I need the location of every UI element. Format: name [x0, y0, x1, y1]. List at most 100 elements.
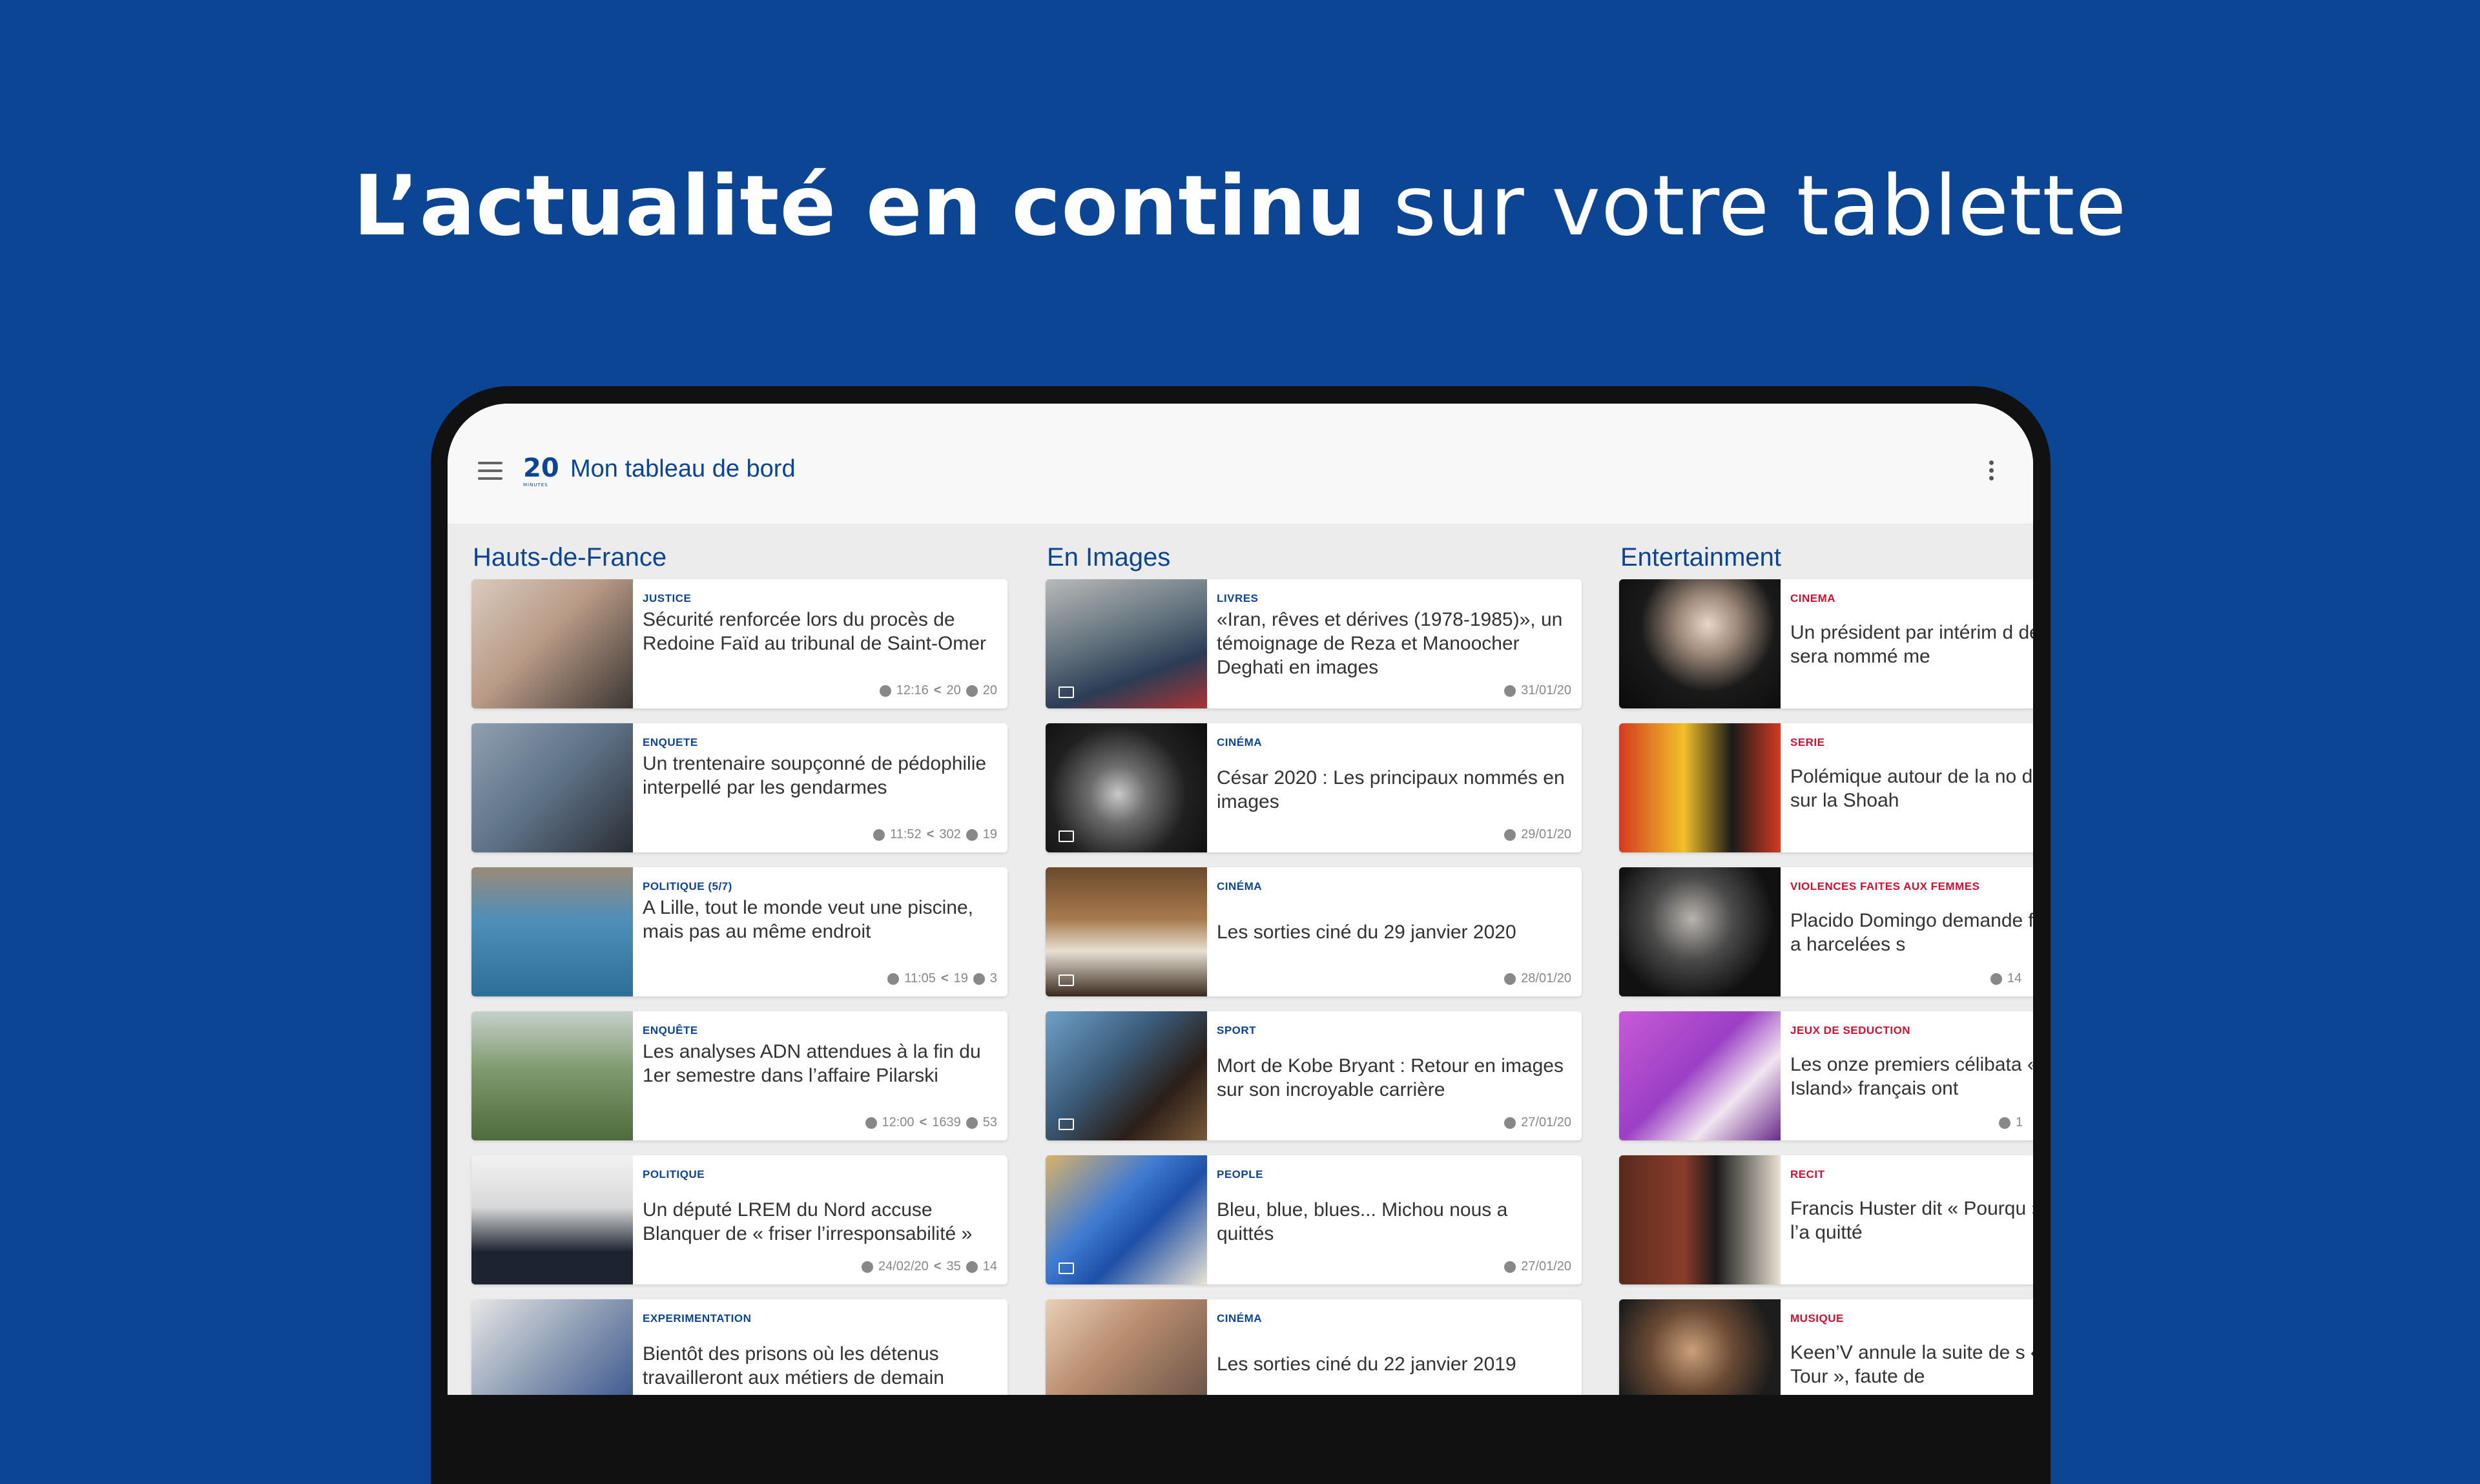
clock-icon	[879, 685, 891, 697]
news-card[interactable]: CINEMA Un président par intérim d des Cé…	[1619, 579, 2033, 708]
article-meta: 11:05 <19 3	[887, 971, 997, 986]
article-title: Sécurité renforcée lors du procès de Red…	[643, 609, 986, 654]
category-label: ENQUETE	[643, 736, 698, 748]
share-icon: <	[940, 971, 949, 985]
column-title[interactable]: En Images	[1047, 539, 1582, 579]
clock-icon	[1504, 1117, 1516, 1129]
article-meta: 12:16 <20 20	[879, 683, 997, 698]
clock-icon	[861, 1261, 873, 1273]
article-title: Bleu, blue, blues... Michou nous a quitt…	[1217, 1199, 1508, 1244]
shares: 302	[939, 827, 961, 841]
comment-icon	[966, 829, 978, 841]
comment-icon	[973, 973, 985, 985]
news-card[interactable]: MUSIQUE Keen’V annule la suite de s « Th…	[1619, 1299, 2033, 1395]
article-title: Un député LREM du Nord accuse Blanquer d…	[643, 1199, 973, 1244]
comment-icon	[966, 1117, 978, 1129]
article-title: Keen’V annule la suite de s « Thérapie T…	[1790, 1342, 2033, 1387]
article-thumbnail	[471, 1011, 633, 1140]
article-thumbnail	[1046, 1155, 1207, 1284]
news-card[interactable]: CINÉMA Les sorties ciné du 29 janvier 20…	[1046, 867, 1582, 996]
photo-icon	[1059, 974, 1074, 986]
news-card[interactable]: ENQUÊTE Les analyses ADN attendues à la …	[471, 1011, 1008, 1140]
category-label: JEUX DE SEDUCTION	[1790, 1024, 1911, 1036]
comments: 53	[982, 1115, 997, 1129]
article-title: Les analyses ADN attendues à la fin du 1…	[643, 1041, 981, 1086]
article-meta: 27/01/20	[1504, 1259, 1571, 1274]
comments: 20	[982, 683, 997, 697]
article-meta: 24/02/20 <35 14	[861, 1259, 997, 1274]
news-card[interactable]: CINÉMA Les sorties ciné du 22 janvier 20…	[1046, 1299, 1582, 1395]
article-title: Placido Domingo demande femmes qu'il a h…	[1790, 910, 2033, 955]
category-label: MUSIQUE	[1790, 1312, 1844, 1324]
comments: 3	[989, 971, 997, 985]
share-icon: <	[933, 1259, 942, 1273]
photo-icon	[1059, 1262, 1074, 1274]
category-label: SERIE	[1790, 736, 1825, 748]
share-icon: <	[926, 827, 935, 841]
photo-icon	[1059, 830, 1074, 842]
news-card[interactable]: EXPERIMENTATION Bientôt des prisons où l…	[471, 1299, 1008, 1395]
column-title[interactable]: Entertainment	[1620, 539, 2033, 579]
more-vert-icon[interactable]	[1989, 460, 1996, 484]
article-thumbnail	[471, 723, 633, 852]
column-hauts-de-france: Hauts-de-France JUSTICE Sécurité renforc…	[471, 539, 1008, 1395]
news-card[interactable]: POLITIQUE Un député LREM du Nord accuse …	[471, 1155, 1008, 1284]
news-card[interactable]: RECIT Francis Huster dit « Pourqu » à ce…	[1619, 1155, 2033, 1284]
article-meta: 28/01/20	[1504, 971, 1571, 986]
comments: 19	[982, 827, 997, 841]
article-thumbnail	[471, 1299, 633, 1395]
article-title: Les sorties ciné du 29 janvier 2020	[1217, 922, 1516, 943]
article-thumbnail	[1619, 723, 1781, 852]
shares: 20	[946, 683, 961, 697]
article-thumbnail	[1619, 1155, 1781, 1284]
category-label: CINÉMA	[1217, 1312, 1263, 1324]
article-thumbnail	[1619, 1299, 1781, 1395]
news-card[interactable]: PEOPLE Bleu, blue, blues... Michou nous …	[1046, 1155, 1582, 1284]
article-meta: 29/01/20	[1504, 827, 1571, 842]
news-card[interactable]: CINÉMA César 2020 : Les principaux nommé…	[1046, 723, 1582, 852]
article-title: Les onze premiers célibata «Love Island»…	[1790, 1054, 2033, 1099]
article-meta: 31/01/20	[1504, 683, 1571, 698]
article-thumbnail	[1619, 1011, 1781, 1140]
article-title: Bientôt des prisons où les détenus trava…	[643, 1343, 944, 1388]
category-label: EXPERIMENTATION	[643, 1312, 752, 1324]
news-card[interactable]: SERIE Polémique autour de la no d'Al Pac…	[1619, 723, 2033, 852]
logo[interactable]: 20 MINUTES	[523, 454, 559, 490]
column-title[interactable]: Hauts-de-France	[473, 539, 1008, 579]
shares: 19	[953, 971, 968, 985]
category-label: CINÉMA	[1217, 736, 1263, 748]
category-label: CINÉMA	[1217, 880, 1263, 892]
news-card[interactable]: ENQUETE Un trentenaire soupçonné de pédo…	[471, 723, 1008, 852]
news-card[interactable]: JEUX DE SEDUCTION Les onze premiers céli…	[1619, 1011, 2033, 1140]
clock-icon	[1504, 973, 1516, 985]
meta-value: 14	[2007, 971, 2022, 985]
category-label: POLITIQUE	[643, 1168, 705, 1180]
time: 11:05	[904, 971, 936, 985]
comment-icon	[966, 1261, 978, 1273]
time: 29/01/20	[1521, 827, 1571, 841]
article-thumbnail	[471, 579, 633, 708]
category-label: PEOPLE	[1217, 1168, 1263, 1180]
share-icon: <	[933, 683, 942, 697]
news-card[interactable]: JUSTICE Sécurité renforcée lors du procè…	[471, 579, 1008, 708]
article-title: Polémique autour de la no d'Al Pacino su…	[1790, 766, 2033, 811]
news-card[interactable]: VIOLENCES FAITES AUX FEMMES Placido Domi…	[1619, 867, 2033, 996]
headline-light: sur votre tablette	[1366, 158, 2127, 254]
category-label: VIOLENCES FAITES AUX FEMMES	[1790, 880, 1980, 892]
category-label: SPORT	[1217, 1024, 1257, 1036]
article-title: «Iran, rêves et dérives (1978-1985)», un…	[1217, 609, 1563, 678]
meta-value: 1	[2016, 1115, 2023, 1129]
category-label: LIVRES	[1217, 592, 1259, 604]
time: 24/02/20	[878, 1259, 929, 1273]
photo-icon	[1059, 686, 1074, 698]
share-icon: <	[919, 1115, 927, 1129]
news-card[interactable]: SPORT Mort de Kobe Bryant : Retour en im…	[1046, 1011, 1582, 1140]
clock-icon	[1990, 973, 2002, 985]
menu-icon[interactable]	[478, 462, 502, 481]
shares: 1639	[932, 1115, 961, 1129]
article-title: Mort de Kobe Bryant : Retour en images s…	[1217, 1055, 1564, 1100]
article-meta: 12:00 <1639 53	[865, 1115, 997, 1130]
article-title: César 2020 : Les principaux nommés en im…	[1217, 767, 1565, 812]
news-card[interactable]: LIVRES «Iran, rêves et dérives (1978-198…	[1046, 579, 1582, 708]
news-card[interactable]: POLITIQUE (5/7) A Lille, tout le monde v…	[471, 867, 1008, 996]
